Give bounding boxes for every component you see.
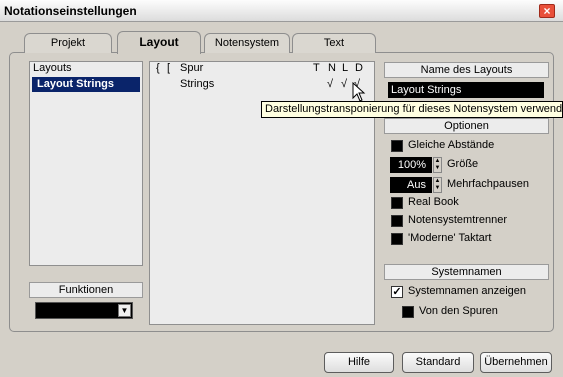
column-header-brace: { bbox=[156, 62, 160, 74]
tab-notensystem[interactable]: Notensystem bbox=[204, 33, 290, 53]
gleiche-abstaende-label: Gleiche Abstände bbox=[408, 139, 495, 151]
optionen-header: Optionen bbox=[384, 118, 549, 134]
title-bar[interactable]: Notationseinstellungen × bbox=[0, 0, 563, 22]
real-book-label: Real Book bbox=[408, 196, 459, 208]
column-header-bracket: [ bbox=[167, 62, 171, 74]
funktionen-header: Funktionen bbox=[29, 282, 143, 298]
layout-name-input[interactable]: Layout Strings bbox=[388, 82, 544, 98]
von-den-spuren-checkbox[interactable] bbox=[402, 306, 414, 318]
uebernehmen-button[interactable]: Übernehmen bbox=[480, 352, 552, 373]
table-row[interactable]: Strings √ √ √ bbox=[150, 78, 374, 92]
systemnamen-anzeigen-checkbox[interactable]: ✓ bbox=[391, 286, 403, 298]
mouse-cursor-icon bbox=[352, 82, 366, 102]
window-title: Notationseinstellungen bbox=[4, 4, 137, 18]
notensystemtrenner-checkbox[interactable] bbox=[391, 215, 403, 227]
mehrfachpausen-value[interactable]: Aus bbox=[390, 177, 432, 193]
real-book-checkbox[interactable] bbox=[391, 197, 403, 209]
tab-projekt[interactable]: Projekt bbox=[24, 33, 112, 53]
mehrfachpausen-label: Mehrfachpausen bbox=[447, 178, 529, 190]
systemnamen-header: Systemnamen bbox=[384, 264, 549, 280]
chevron-down-icon[interactable]: ▼ bbox=[118, 304, 131, 317]
groesse-stepper[interactable]: ▲ ▼ bbox=[433, 157, 442, 173]
groesse-value[interactable]: 100% bbox=[390, 157, 432, 173]
tab-layout[interactable]: Layout bbox=[117, 31, 201, 54]
tab-text[interactable]: Text bbox=[292, 33, 376, 53]
tooltip: Darstellungstransponierung für dieses No… bbox=[261, 101, 563, 118]
close-icon[interactable]: × bbox=[539, 4, 555, 18]
row-n-check[interactable]: √ bbox=[327, 78, 333, 90]
spur-table-header: { [ Spur T N L D bbox=[150, 62, 374, 76]
systemnamen-anzeigen-label: Systemnamen anzeigen bbox=[408, 285, 527, 297]
layouts-list[interactable]: Layouts Layout Strings bbox=[29, 61, 143, 266]
list-item[interactable]: Layout Strings bbox=[32, 77, 140, 92]
layout-name-header: Name des Layouts bbox=[384, 62, 549, 78]
moderne-taktart-label: 'Moderne' Taktart bbox=[408, 232, 492, 244]
row-name: Strings bbox=[180, 78, 215, 90]
row-l-check[interactable]: √ bbox=[341, 78, 347, 90]
von-den-spuren-label: Von den Spuren bbox=[419, 305, 498, 317]
gleiche-abstaende-checkbox[interactable] bbox=[391, 140, 403, 152]
column-header-l: L bbox=[342, 62, 349, 74]
notensystemtrenner-label: Notensystemtrenner bbox=[408, 214, 508, 226]
column-header-n: N bbox=[328, 62, 336, 74]
hilfe-button[interactable]: Hilfe bbox=[324, 352, 394, 373]
moderne-taktart-checkbox[interactable] bbox=[391, 233, 403, 245]
layouts-header: Layouts bbox=[33, 62, 72, 74]
column-header-d: D bbox=[355, 62, 363, 74]
groesse-label: Größe bbox=[447, 158, 479, 170]
column-header-spur: Spur bbox=[180, 62, 204, 74]
column-header-t: T bbox=[313, 62, 320, 74]
standard-button[interactable]: Standard bbox=[402, 352, 474, 373]
funktionen-dropdown[interactable]: ▼ bbox=[35, 302, 133, 319]
mehrfachpausen-stepper[interactable]: ▲ ▼ bbox=[433, 177, 442, 193]
